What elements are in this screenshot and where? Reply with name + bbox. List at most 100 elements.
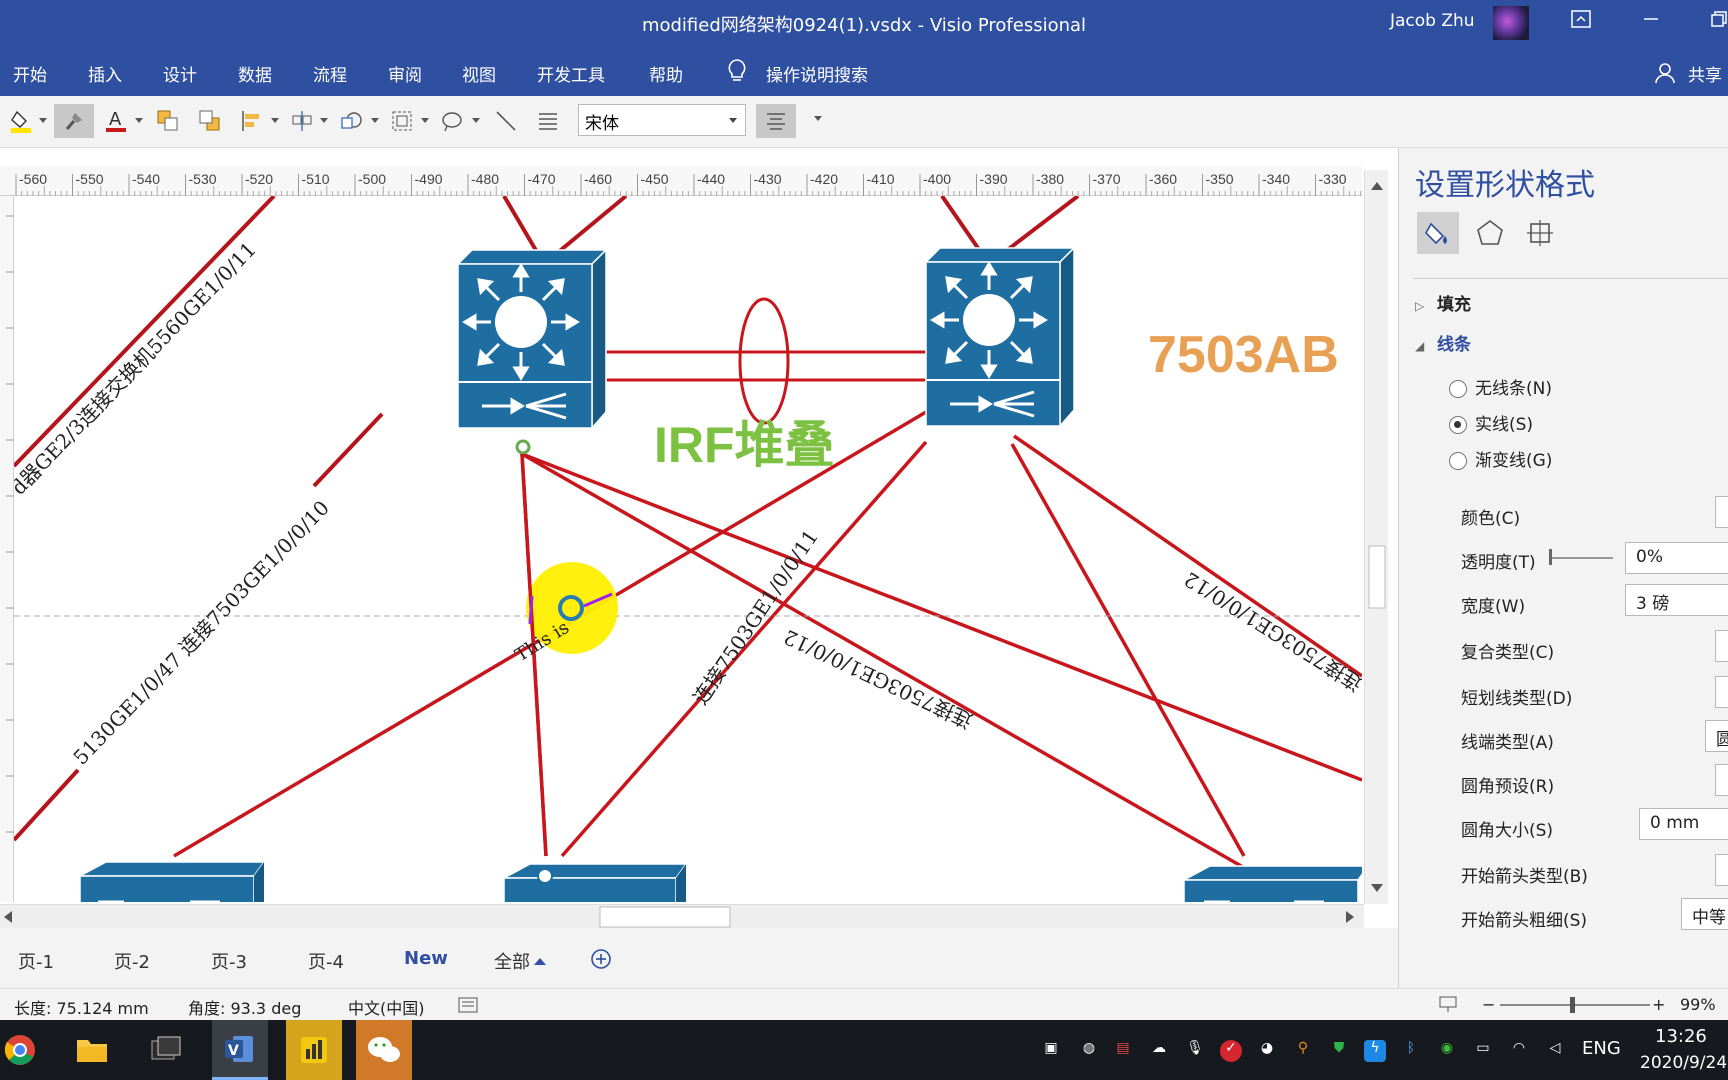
tab-design[interactable]: 设计 bbox=[163, 61, 197, 86]
tab-help[interactable]: 帮助 bbox=[649, 61, 683, 86]
transparency-slider-knob[interactable] bbox=[1549, 549, 1552, 565]
send-back-icon[interactable] bbox=[192, 104, 228, 138]
font-color-icon[interactable]: A bbox=[98, 104, 134, 138]
begin-arrow-type-button[interactable] bbox=[1715, 854, 1728, 886]
wechat-icon[interactable] bbox=[356, 1020, 412, 1080]
tab-view[interactable]: 视图 bbox=[462, 61, 496, 86]
radio-button[interactable] bbox=[1449, 452, 1467, 470]
tray-v-icon[interactable]: ✓ bbox=[1220, 1040, 1242, 1062]
line-tool-icon[interactable] bbox=[488, 104, 524, 138]
radio-button[interactable] bbox=[1449, 416, 1467, 434]
label-link-right[interactable]: 连接7503GE1/0/0/12 bbox=[1180, 567, 1362, 696]
macro-record-icon[interactable] bbox=[458, 997, 478, 1017]
tab-data[interactable]: 数据 bbox=[238, 61, 272, 86]
radio-gradient-line[interactable]: 渐变线(G) bbox=[1449, 446, 1552, 471]
align-center-icon[interactable] bbox=[756, 104, 796, 138]
size-properties-icon[interactable] bbox=[1519, 212, 1561, 254]
page-tab-1[interactable]: 页-1 bbox=[18, 948, 54, 974]
wechat-tray-icon[interactable]: ◉ bbox=[1436, 1040, 1458, 1062]
zoom-slider-knob[interactable] bbox=[1570, 997, 1575, 1013]
tab-insert[interactable]: 插入 bbox=[88, 61, 122, 86]
onedrive-icon[interactable]: ☁ bbox=[1148, 1040, 1170, 1062]
access-switch-middle[interactable] bbox=[503, 863, 688, 902]
zoom-slider[interactable] bbox=[1500, 1004, 1650, 1006]
label-link-11[interactable]: 连接7503GE1/0/0/11 bbox=[688, 525, 823, 709]
font-color-dropdown-icon[interactable] bbox=[135, 118, 143, 123]
fill-line-icon[interactable] bbox=[1417, 212, 1459, 254]
tray-app-icon[interactable]: ▣ bbox=[1040, 1040, 1062, 1062]
zoom-in-button[interactable]: + bbox=[1652, 995, 1665, 1014]
input-method-indicator[interactable]: ENG bbox=[1582, 1038, 1621, 1059]
tab-process[interactable]: 流程 bbox=[313, 61, 347, 86]
powerbi-icon[interactable] bbox=[286, 1020, 342, 1080]
security-shield-icon[interactable]: ⛊ bbox=[1328, 1040, 1350, 1062]
tray-bolt-icon[interactable]: ϟ bbox=[1364, 1040, 1386, 1062]
microphone-icon[interactable]: 🎙 bbox=[1184, 1040, 1206, 1062]
access-switch-right[interactable] bbox=[1183, 865, 1362, 902]
wifi-icon[interactable]: ◠ bbox=[1508, 1040, 1530, 1062]
qq-icon[interactable]: ◕ bbox=[1256, 1040, 1278, 1062]
clock-date[interactable]: 2020/9/24 bbox=[1640, 1053, 1727, 1073]
lasso-dropdown-icon[interactable] bbox=[472, 118, 480, 123]
person-icon[interactable] bbox=[1655, 62, 1675, 84]
avatar[interactable] bbox=[1493, 6, 1529, 40]
scroll-up-icon[interactable] bbox=[1371, 182, 1383, 190]
fill-section-header[interactable]: ▷ 填充 bbox=[1415, 290, 1471, 315]
label-5130-link[interactable]: 5130GE1/0/47 连接7503GE1/0/0/10 bbox=[68, 496, 334, 770]
tab-home[interactable]: 开始 bbox=[13, 61, 47, 86]
fill-color-dropdown-icon[interactable] bbox=[39, 118, 47, 123]
round-size-input[interactable]: 0 mm bbox=[1639, 808, 1728, 840]
tab-developer[interactable]: 开发工具 bbox=[537, 61, 605, 86]
fill-color-icon[interactable] bbox=[4, 104, 40, 138]
add-page-icon[interactable] bbox=[590, 948, 612, 974]
vertical-scrollbar[interactable] bbox=[1364, 170, 1388, 904]
change-shape-dropdown-icon[interactable] bbox=[371, 118, 379, 123]
label-router-uplink[interactable]: d器GE2/3连接交换机5560GE1/0/11 bbox=[14, 237, 261, 499]
radio-no-line[interactable]: 无线条(N) bbox=[1449, 374, 1552, 399]
restore-icon[interactable] bbox=[1704, 8, 1728, 38]
battery-icon[interactable]: ▭ bbox=[1472, 1040, 1494, 1062]
scroll-thumb[interactable] bbox=[1368, 545, 1386, 609]
page-tab-4[interactable]: 页-4 bbox=[308, 948, 344, 974]
zoom-level[interactable]: 99% bbox=[1680, 995, 1716, 1014]
bring-front-icon[interactable] bbox=[150, 104, 186, 138]
page-tab-new[interactable]: New bbox=[404, 948, 448, 969]
horizontal-scrollbar[interactable] bbox=[0, 904, 1364, 928]
minimize-icon[interactable] bbox=[1636, 8, 1666, 38]
color-picker-button[interactable] bbox=[1715, 496, 1728, 528]
group-dropdown-icon[interactable] bbox=[421, 118, 429, 123]
position-dropdown-icon[interactable] bbox=[320, 118, 328, 123]
dash-type-button[interactable] bbox=[1715, 676, 1728, 708]
align-icon[interactable] bbox=[234, 104, 270, 138]
begin-arrow-size-select[interactable]: 中等 bbox=[1681, 898, 1728, 930]
effects-icon[interactable] bbox=[1469, 212, 1511, 254]
page-tab-2[interactable]: 页-2 bbox=[114, 948, 150, 974]
drawing-canvas[interactable]: IRF堆叠 7503AB d器GE2/3连接交换机5560GE1/0/11 51… bbox=[14, 196, 1362, 902]
position-icon[interactable] bbox=[284, 104, 320, 138]
clock-time[interactable]: 13:26 bbox=[1655, 1026, 1707, 1047]
lightbulb-icon[interactable] bbox=[726, 58, 748, 84]
status-language[interactable]: 中文(中国) bbox=[348, 995, 425, 1019]
radio-button[interactable] bbox=[1449, 380, 1467, 398]
scroll-right-icon[interactable] bbox=[1346, 911, 1354, 923]
switch-group-label[interactable]: 7503AB bbox=[1148, 326, 1339, 384]
chrome-icon[interactable] bbox=[0, 1020, 40, 1080]
group-icon[interactable] bbox=[384, 104, 420, 138]
tray-search-icon[interactable]: ⚲ bbox=[1292, 1040, 1314, 1062]
font-family-select[interactable]: 宋体 bbox=[578, 104, 746, 136]
share-button[interactable]: 共享 bbox=[1688, 61, 1722, 86]
transparency-input[interactable]: 0% bbox=[1625, 542, 1728, 574]
file-explorer-icon[interactable] bbox=[64, 1020, 120, 1080]
format-painter-icon[interactable] bbox=[54, 104, 94, 138]
compound-type-button[interactable] bbox=[1715, 630, 1728, 662]
tray-record-icon[interactable]: ▤ bbox=[1112, 1040, 1134, 1062]
zoom-out-button[interactable]: − bbox=[1482, 995, 1495, 1014]
access-switch-left[interactable] bbox=[79, 861, 266, 902]
toolbar-more-icon[interactable] bbox=[814, 116, 822, 121]
scroll-left-icon[interactable] bbox=[4, 911, 12, 923]
lasso-icon[interactable] bbox=[434, 104, 470, 138]
ribbon-display-options-icon[interactable] bbox=[1566, 8, 1596, 38]
line-section-header[interactable]: ◢ 线条 bbox=[1415, 330, 1471, 355]
downlink-lines[interactable] bbox=[173, 410, 1362, 902]
user-name[interactable]: Jacob Zhu bbox=[1390, 11, 1475, 31]
